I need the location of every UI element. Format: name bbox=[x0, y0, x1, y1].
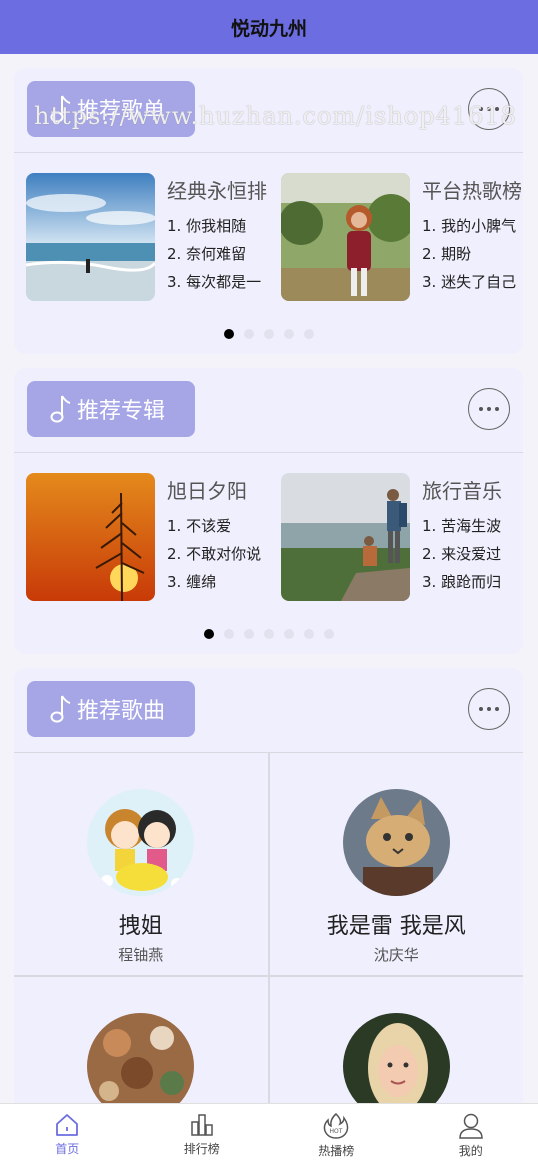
carousel-dot[interactable] bbox=[284, 629, 294, 639]
playlist-info: 经典永恒排 1. 你我相随 2. 奈何难留 3. 每次都是一 bbox=[155, 173, 271, 301]
music-note-icon bbox=[49, 694, 71, 724]
playlist-name: 平台热歌榜 bbox=[422, 175, 523, 204]
playlist-name: 经典永恒排 bbox=[167, 175, 271, 204]
section-header: 推荐歌曲 bbox=[14, 668, 523, 752]
playlist-cover-girl-field bbox=[281, 173, 410, 301]
section-title: 推荐歌曲 bbox=[77, 693, 165, 725]
album-card[interactable]: 旭日夕阳 1. 不该爱 2. 不敢对你说 3. 缠绵 bbox=[26, 473, 281, 601]
carousel-dots bbox=[14, 329, 523, 339]
album-song: 1. 苦海生波 bbox=[422, 512, 523, 540]
playlist-cover-beach bbox=[26, 173, 155, 301]
more-button[interactable] bbox=[468, 388, 510, 430]
tab-label: 热播榜 bbox=[318, 1142, 354, 1159]
album-name: 旅行音乐 bbox=[422, 475, 523, 504]
song-avatar-crafts bbox=[87, 1013, 194, 1108]
watermark: https://www.huzhan.com/ishop41618 bbox=[34, 102, 517, 130]
carousel-dots bbox=[14, 629, 523, 639]
carousel-dot[interactable] bbox=[244, 329, 254, 339]
tab-label: 排行榜 bbox=[184, 1140, 220, 1157]
song-avatar-cat bbox=[343, 789, 450, 896]
svg-text:HOT: HOT bbox=[330, 1128, 343, 1135]
section-title-tag: 推荐专辑 bbox=[27, 381, 195, 437]
more-icon bbox=[479, 407, 483, 411]
song-avatar-woman bbox=[343, 1013, 450, 1108]
song-singer: 沈庆华 bbox=[374, 944, 419, 965]
playlist-info: 平台热歌榜 1. 我的小脾气 2. 期盼 3. 迷失了自己 bbox=[410, 173, 523, 301]
hot-flame-icon: HOT bbox=[322, 1112, 350, 1140]
more-button[interactable] bbox=[468, 688, 510, 730]
carousel-dot[interactable] bbox=[244, 629, 254, 639]
playlist-card[interactable]: 平台热歌榜 1. 我的小脾气 2. 期盼 3. 迷失了自己 bbox=[281, 173, 523, 301]
tab-home[interactable]: 首页 bbox=[0, 1104, 135, 1166]
carousel-dot[interactable] bbox=[204, 629, 214, 639]
playlist-song: 2. 奈何难留 bbox=[167, 240, 271, 268]
playlist-song: 3. 每次都是一 bbox=[167, 268, 271, 296]
album-cover-hikers bbox=[281, 473, 410, 601]
tab-mine[interactable]: 我的 bbox=[404, 1104, 538, 1166]
carousel-dot[interactable] bbox=[304, 629, 314, 639]
carousel-dot[interactable] bbox=[284, 329, 294, 339]
song-card[interactable]: 我是雷 我是风 沈庆华 bbox=[270, 753, 524, 975]
song-section: 推荐歌曲 拽姐 程铀燕 我是雷 我是风 沈庆华 bbox=[14, 668, 523, 1108]
playlist-song: 3. 迷失了自己 bbox=[422, 268, 523, 296]
bottom-tab-bar: 首页 排行榜 HOT 热播榜 我的 bbox=[0, 1103, 538, 1166]
carousel-dot[interactable] bbox=[304, 329, 314, 339]
album-song: 2. 不敢对你说 bbox=[167, 540, 271, 568]
playlist-song: 1. 你我相随 bbox=[167, 212, 271, 240]
playlist-card[interactable]: 经典永恒排 1. 你我相随 2. 奈何难留 3. 每次都是一 bbox=[26, 173, 281, 301]
tab-ranking[interactable]: 排行榜 bbox=[135, 1104, 270, 1166]
album-name: 旭日夕阳 bbox=[167, 475, 271, 504]
carousel-dot[interactable] bbox=[264, 329, 274, 339]
more-icon bbox=[479, 707, 483, 711]
album-row: 旭日夕阳 1. 不该爱 2. 不敢对你说 3. 缠绵 旅行音乐 1. 苦海生波 … bbox=[14, 453, 523, 601]
song-card[interactable] bbox=[14, 977, 268, 1108]
album-cover-sunset bbox=[26, 473, 155, 601]
section-header: 推荐专辑 bbox=[14, 368, 523, 453]
section-title: 推荐专辑 bbox=[77, 393, 165, 425]
album-song: 2. 来没爱过 bbox=[422, 540, 523, 568]
album-info: 旭日夕阳 1. 不该爱 2. 不敢对你说 3. 缠绵 bbox=[155, 473, 271, 601]
carousel-dot[interactable] bbox=[224, 329, 234, 339]
tab-label: 我的 bbox=[459, 1142, 483, 1159]
album-section: 推荐专辑 旭日夕阳 1. 不该爱 2. 不敢对你说 3. 缠绵 旅行音乐 1. … bbox=[14, 368, 523, 654]
playlist-row: 经典永恒排 1. 你我相随 2. 奈何难留 3. 每次都是一 平台热歌榜 1. … bbox=[14, 153, 523, 301]
section-title-tag: 推荐歌曲 bbox=[27, 681, 195, 737]
home-icon bbox=[54, 1112, 80, 1138]
playlist-song: 1. 我的小脾气 bbox=[422, 212, 523, 240]
song-card[interactable] bbox=[270, 977, 524, 1108]
carousel-dot[interactable] bbox=[264, 629, 274, 639]
album-card[interactable]: 旅行音乐 1. 苦海生波 2. 来没爱过 3. 踉跄而归 bbox=[281, 473, 523, 601]
carousel-dot[interactable] bbox=[324, 629, 334, 639]
song-singer: 程铀燕 bbox=[118, 944, 163, 965]
song-card[interactable]: 拽姐 程铀燕 bbox=[14, 753, 268, 975]
app-title: 悦动九州 bbox=[231, 14, 307, 41]
top-bar: 悦动九州 bbox=[0, 0, 538, 54]
tab-label: 首页 bbox=[55, 1140, 79, 1157]
album-info: 旅行音乐 1. 苦海生波 2. 来没爱过 3. 踉跄而归 bbox=[410, 473, 523, 601]
album-song: 3. 踉跄而归 bbox=[422, 568, 523, 596]
chart-building-icon bbox=[189, 1112, 215, 1138]
song-grid: 拽姐 程铀燕 我是雷 我是风 沈庆华 bbox=[14, 752, 523, 1108]
user-icon bbox=[457, 1112, 485, 1140]
tab-hot[interactable]: HOT 热播榜 bbox=[269, 1104, 404, 1166]
song-avatar-cartoon bbox=[87, 789, 194, 896]
playlist-song: 2. 期盼 bbox=[422, 240, 523, 268]
song-name: 我是雷 我是风 bbox=[327, 908, 466, 940]
carousel-dot[interactable] bbox=[224, 629, 234, 639]
album-song: 1. 不该爱 bbox=[167, 512, 271, 540]
song-name: 拽姐 bbox=[119, 908, 163, 940]
music-note-icon bbox=[49, 394, 71, 424]
album-song: 3. 缠绵 bbox=[167, 568, 271, 596]
